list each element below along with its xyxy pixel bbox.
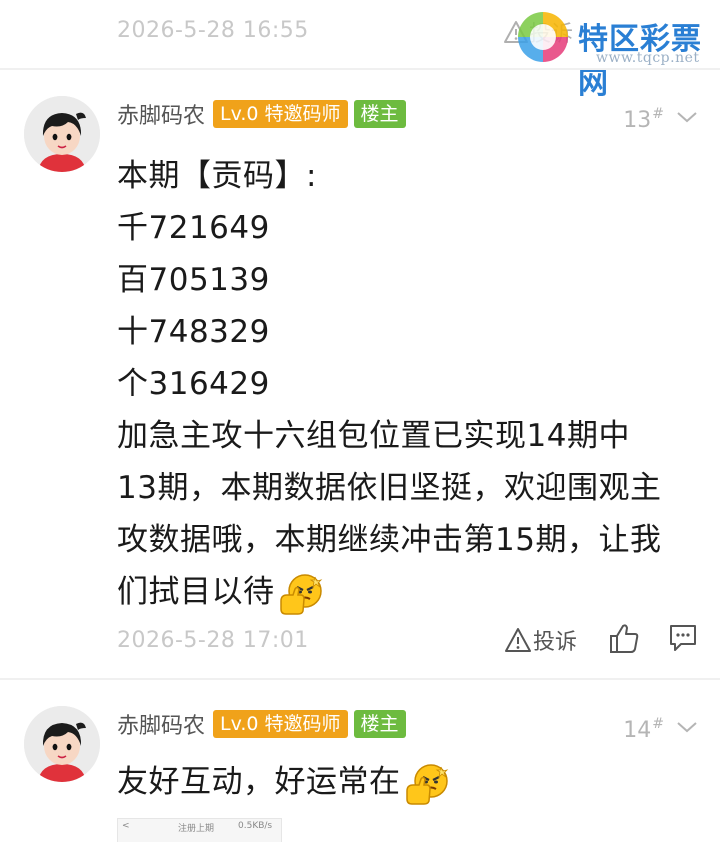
divider [0,678,720,680]
thumbs-up-emoji-icon [279,573,322,615]
comment-line-text: 们拭目以待 [117,574,275,610]
floor-mark: # [652,716,664,732]
comment-line: 攻数据哦，本期继续冲击第15期，让我 [117,522,662,558]
cartoon-avatar-icon [24,706,100,782]
comment-line: 加急主攻十六组包位置已实现14期中 [117,418,630,454]
owner-badge: 楼主 [353,710,406,738]
username[interactable]: 赤脚码农 [117,98,205,130]
watermark-url: www.tqcp.net [596,50,700,66]
username[interactable]: 赤脚码农 [117,708,205,740]
previous-comment-time: 2026-5-28 16:55 [117,18,309,43]
comment-line: 个316429 [117,366,270,402]
comment-line-last: 们拭目以待 [117,566,323,617]
user-info-row: 赤脚码农 Lv.0 特邀码师 楼主 [117,708,406,740]
floor-number: 13 [623,108,652,133]
report-label: 投诉 [533,630,578,655]
site-watermark: 特区彩票网 www.tqcp.net [518,8,718,101]
reply-button[interactable] [667,622,699,658]
thumbnail-title-text: 注册上期 [178,824,215,834]
attached-image-thumbnail[interactable]: < 注册上期 0.5KB/s [117,818,282,842]
comment-line: 本期【贡码】: [117,158,317,194]
floor-mark: # [652,106,664,122]
watermark-logo-icon [518,12,568,62]
like-button[interactable] [607,622,641,660]
thumbs-up-icon [610,624,639,653]
report-button[interactable]: 投诉 [503,624,577,656]
comment-line: 13期，本期数据依旧坚挺，欢迎围观主 [117,470,662,506]
comment-meta: 2026-5-28 17:01 投诉 [117,624,697,658]
chevron-down-icon [677,722,697,733]
comment-line: 千721649 [117,210,270,246]
comment-line: 十748329 [117,314,270,350]
warning-icon [505,628,531,652]
cartoon-avatar-icon [24,96,100,172]
thumbs-up-emoji-icon [405,763,448,805]
comment-line: 百705139 [117,262,270,298]
comment-line-text: 友好互动，好运常在 [117,764,401,800]
comment-line-last: 友好互动，好运常在 [117,756,449,807]
floor-indicator[interactable]: 14 # [623,716,698,743]
comment-bubble-icon [670,625,696,651]
thumbnail-status-text: 0.5KB/s [238,821,273,831]
owner-badge: 楼主 [353,100,406,128]
comment-time: 2026-5-28 17:01 [117,628,309,653]
user-info-row: 赤脚码农 Lv.0 特邀码师 楼主 [117,98,406,130]
thumbnail-back-text: < [122,821,130,831]
level-badge: Lv.0 特邀码师 [213,100,348,128]
floor-number: 14 [623,718,652,743]
avatar[interactable] [24,96,100,172]
level-badge: Lv.0 特邀码师 [213,710,348,738]
floor-indicator[interactable]: 13 # [623,106,698,133]
divider [0,68,720,70]
avatar[interactable] [24,706,100,782]
chevron-down-icon [677,112,697,123]
